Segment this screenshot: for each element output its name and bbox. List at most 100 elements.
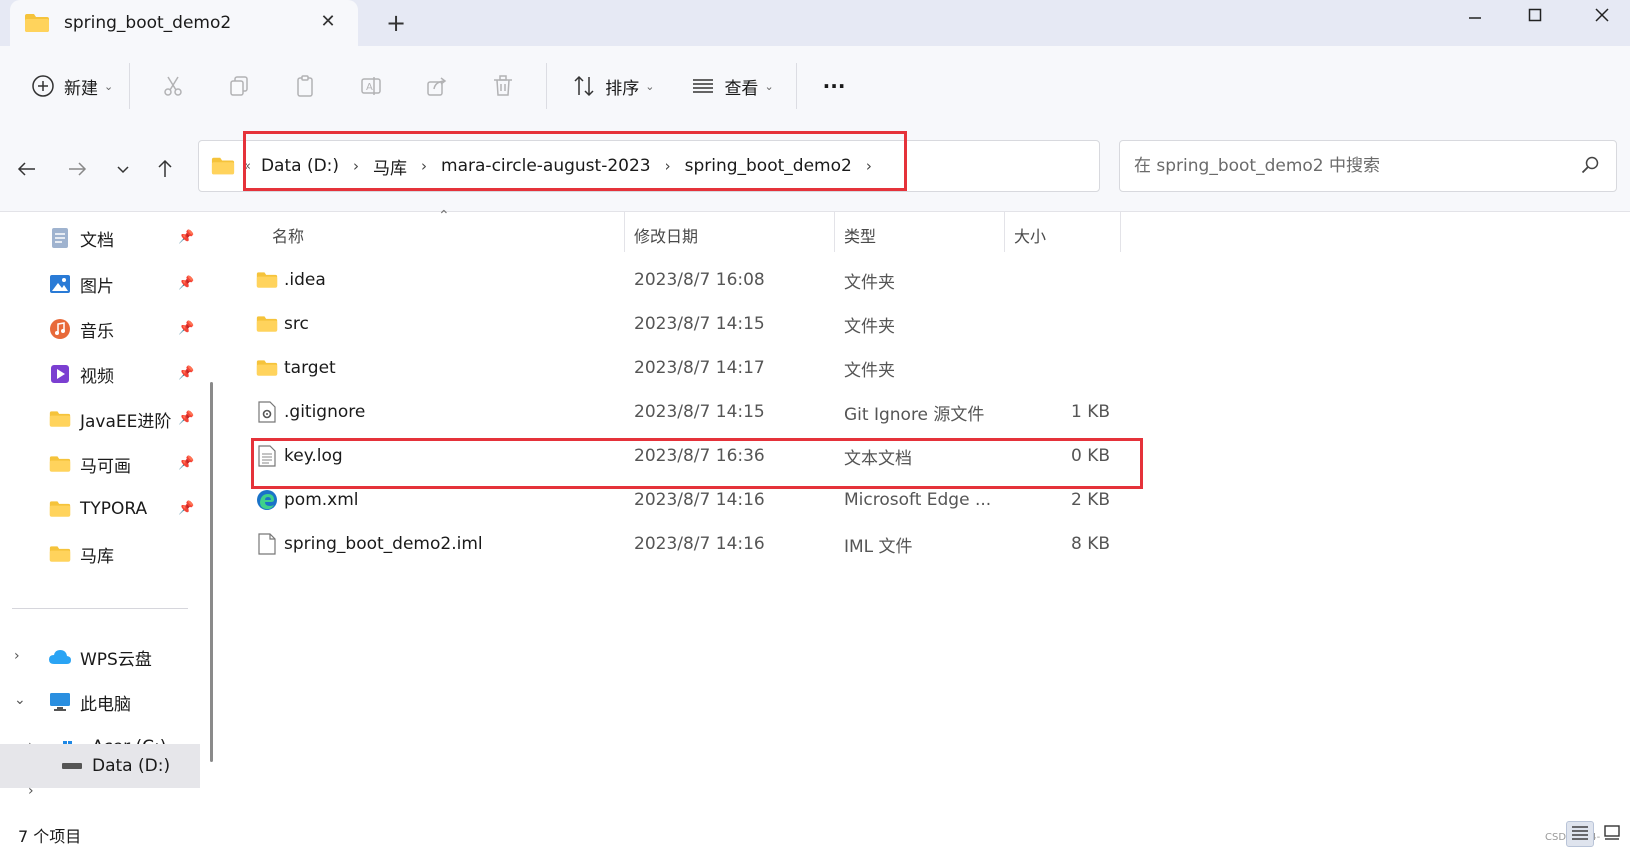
file-size xyxy=(990,258,1110,302)
folder-icon xyxy=(211,156,235,176)
column-header-size[interactable]: 大小 xyxy=(1014,212,1046,258)
sidebar-item-this-pc[interactable]: 此电脑 xyxy=(48,680,248,724)
sidebar-item-videos[interactable]: 视频 xyxy=(48,352,248,396)
address-row: « Data (D:) › 马库 › mara-circle-august-20… xyxy=(0,126,1630,212)
breadcrumb-mara-circle[interactable]: mara-circle-august-2023 xyxy=(441,156,651,176)
file-name-cell: pom.xml xyxy=(256,478,359,522)
forward-button[interactable] xyxy=(62,154,92,184)
chevron-right-icon[interactable]: › xyxy=(866,157,872,175)
copy-button[interactable] xyxy=(220,66,258,106)
share-button[interactable] xyxy=(418,66,456,106)
pin-icon[interactable]: 📌 xyxy=(178,321,194,336)
back-button[interactable] xyxy=(12,154,42,184)
column-header-name[interactable]: 名称 xyxy=(272,212,304,258)
cut-button[interactable] xyxy=(154,66,192,106)
file-row-pom-xml[interactable]: pom.xml 2023/8/7 14:16 Microsoft Edge ..… xyxy=(230,478,1130,522)
chevron-right-icon[interactable]: › xyxy=(665,157,671,175)
search-box[interactable] xyxy=(1119,140,1617,192)
pin-icon[interactable]: 📌 xyxy=(178,411,194,426)
chevron-right-icon[interactable]: › xyxy=(28,783,34,799)
column-divider[interactable] xyxy=(1120,212,1121,252)
chevron-right-icon[interactable]: › xyxy=(353,157,359,175)
file-row-target[interactable]: target 2023/8/7 14:17 文件夹 xyxy=(230,346,1130,390)
sidebar-item-wps-cloud[interactable]: WPS云盘 xyxy=(48,635,248,679)
new-button[interactable]: 新建 ⌄ xyxy=(24,66,119,106)
pin-icon[interactable]: 📌 xyxy=(178,456,194,471)
column-header-type[interactable]: 类型 xyxy=(844,212,876,258)
search-icon[interactable] xyxy=(1580,155,1600,180)
sidebar-item-makehua[interactable]: 马可画 xyxy=(48,442,248,486)
chevron-right-icon[interactable]: › xyxy=(14,648,20,664)
sidebar-item-label: WPS云盘 xyxy=(80,649,152,670)
overflow-chevron-icon[interactable]: « xyxy=(243,159,251,174)
column-divider[interactable] xyxy=(624,212,625,252)
pin-icon[interactable]: 📌 xyxy=(178,501,194,516)
details-view-button[interactable] xyxy=(1566,821,1594,847)
file-row-key-log[interactable]: key.log 2023/8/7 16:36 文本文档 0 KB xyxy=(230,434,1130,478)
pin-icon[interactable]: 📌 xyxy=(178,230,194,245)
sidebar-item-pictures[interactable]: 图片 xyxy=(48,262,248,306)
sidebar-item-label: JavaEE进阶 xyxy=(80,411,172,432)
pin-icon[interactable]: 📌 xyxy=(178,276,194,291)
folder-icon xyxy=(256,313,278,335)
plus-circle-icon xyxy=(30,73,56,99)
column-divider[interactable] xyxy=(834,212,835,252)
folder-icon xyxy=(48,453,72,475)
recent-locations-button[interactable] xyxy=(108,154,138,184)
delete-button[interactable] xyxy=(484,66,522,106)
chevron-down-icon[interactable]: ⌄ xyxy=(14,692,26,708)
sort-button[interactable]: 排序 ⌄ xyxy=(565,66,660,106)
sidebar-scrollbar[interactable] xyxy=(210,382,213,762)
rename-button[interactable]: A xyxy=(352,66,390,106)
file-name-cell: spring_boot_demo2.iml xyxy=(256,522,483,566)
new-tab-button[interactable]: + xyxy=(383,10,409,36)
sidebar-item-maku[interactable]: 马库 xyxy=(48,532,248,576)
up-button[interactable] xyxy=(150,154,180,184)
more-options-button[interactable]: ··· xyxy=(817,66,852,106)
sidebar-item-typora[interactable]: TYPORA xyxy=(48,487,248,531)
pin-icon[interactable]: 📌 xyxy=(178,366,194,381)
maximize-button[interactable] xyxy=(1510,0,1560,30)
sidebar-item-documents[interactable]: 文档 xyxy=(48,216,248,260)
breadcrumb-spring-boot-demo2[interactable]: spring_boot_demo2 xyxy=(685,156,852,176)
view-button[interactable]: 查看 ⌄ xyxy=(684,66,779,106)
breadcrumb-data-drive[interactable]: Data (D:) xyxy=(261,156,339,176)
sidebar-item-label: 此电脑 xyxy=(80,694,131,715)
tab-title: spring_boot_demo2 xyxy=(64,13,232,33)
file-row-idea[interactable]: .idea 2023/8/7 16:08 文件夹 xyxy=(230,258,1130,302)
trash-icon xyxy=(490,73,516,99)
close-tab-icon[interactable]: ✕ xyxy=(318,12,338,32)
folder-icon xyxy=(48,543,72,565)
paste-button[interactable] xyxy=(286,66,324,106)
chevron-right-icon[interactable]: › xyxy=(421,157,427,175)
item-count: 7 个项目 xyxy=(18,827,82,846)
tab-spring-boot-demo2[interactable]: spring_boot_demo2 ✕ xyxy=(10,0,358,46)
copy-icon xyxy=(226,73,252,99)
minimize-button[interactable] xyxy=(1450,0,1500,30)
address-bar[interactable]: « Data (D:) › 马库 › mara-circle-august-20… xyxy=(198,140,1278,192)
chevron-down-icon: ⌄ xyxy=(104,79,114,93)
sort-ascending-icon: ⌃ xyxy=(438,208,450,224)
file-date: 2023/8/7 14:17 xyxy=(634,358,765,378)
file-date: 2023/8/7 16:08 xyxy=(634,270,765,290)
title-bar: spring_boot_demo2 ✕ + xyxy=(0,0,1630,46)
file-date: 2023/8/7 14:15 xyxy=(634,402,765,422)
file-type: IML 文件 xyxy=(844,536,913,557)
search-input[interactable] xyxy=(1134,156,1554,176)
column-divider[interactable] xyxy=(1004,212,1005,252)
folder-icon xyxy=(48,498,72,520)
file-row-gitignore[interactable]: .gitignore 2023/8/7 14:15 Git Ignore 源文件… xyxy=(230,390,1130,434)
breadcrumb-maku[interactable]: 马库 xyxy=(373,154,407,179)
column-header-date[interactable]: 修改日期 xyxy=(634,212,698,258)
file-size: 0 KB xyxy=(1070,446,1110,466)
close-window-button[interactable] xyxy=(1577,0,1627,30)
new-label: 新建 xyxy=(64,78,98,99)
thumbnail-view-button[interactable] xyxy=(1598,821,1626,847)
sidebar-item-label: 图片 xyxy=(80,276,114,297)
file-row-src[interactable]: src 2023/8/7 14:15 文件夹 xyxy=(230,302,1130,346)
sidebar-item-javaee[interactable]: JavaEE进阶 xyxy=(48,397,248,441)
sidebar-item-music[interactable]: 音乐 xyxy=(48,307,248,351)
file-type: 文件夹 xyxy=(844,272,895,293)
file-name: key.log xyxy=(284,446,343,466)
file-row-iml[interactable]: spring_boot_demo2.iml 2023/8/7 14:16 IML… xyxy=(230,522,1130,566)
